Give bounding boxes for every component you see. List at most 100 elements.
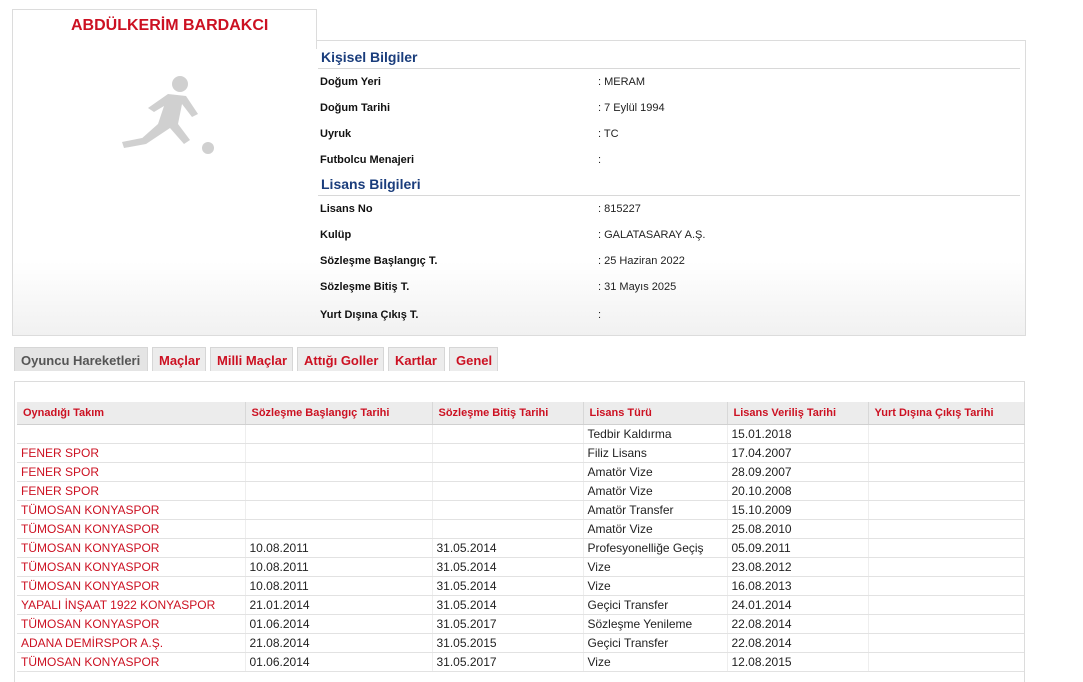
cell-team[interactable]: FENER SPOR	[17, 443, 245, 463]
personal-info-title: Kişisel Bilgiler	[321, 49, 418, 65]
cell-license-date: 23.08.2012	[726, 557, 868, 577]
cell-abroad-date	[867, 462, 1024, 482]
cell-abroad-date	[867, 500, 1024, 520]
cell-contract-end: 31.05.2014	[431, 576, 583, 596]
cell-team[interactable]: TÜMOSAN KONYASPOR	[17, 557, 245, 577]
nationality-label: Uyruk	[320, 128, 352, 140]
header-contract-start[interactable]: Sözleşme Başlangıç Tarihi	[245, 402, 433, 425]
cell-contract-start	[244, 424, 432, 444]
table-row: TÜMOSAN KONYASPOR 10.08.2011 31.05.2014 Pro…	[17, 538, 1024, 558]
cell-contract-end	[431, 481, 583, 501]
cell-contract-end: 31.05.2015	[431, 633, 583, 653]
player-movements-table: Oynadığı Takım Sözleşme Başlangıç Tarihi…	[17, 402, 1025, 672]
player-movements-panel: Oynadığı Takım Sözleşme Başlangıç Tarihi…	[14, 381, 1025, 682]
contract-end-value: : 31 Mayıs 2025	[598, 281, 677, 293]
cell-license-type: Amatör Vize	[582, 462, 727, 482]
cell-license-date: 22.08.2014	[726, 633, 868, 653]
cell-abroad-date	[867, 633, 1024, 653]
tab-player-movements[interactable]: Oyuncu Hareketleri	[14, 347, 148, 371]
cell-contract-start	[244, 443, 432, 463]
cell-team[interactable]: TÜMOSAN KONYASPOR	[17, 500, 245, 520]
table-row: FENER SPOR Filiz Lisans 17.04.2007	[17, 443, 1024, 463]
cell-license-type: Tedbir Kaldırma	[582, 424, 727, 444]
cell-license-date: 15.10.2009	[726, 500, 868, 520]
table-header-row: Oynadığı Takım Sözleşme Başlangıç Tarihi…	[17, 402, 1025, 425]
tab-goals[interactable]: Attığı Goller	[297, 347, 384, 371]
table-row: TÜMOSAN KONYASPOR 10.08.2011 31.05.2014 Viz…	[17, 557, 1024, 577]
header-abroad-date[interactable]: Yurt Dışına Çıkış Tarihi	[868, 402, 1025, 425]
contract-start-value: : 25 Haziran 2022	[598, 255, 685, 267]
contract-end-label: Sözleşme Bitiş T.	[320, 281, 410, 293]
header-contract-end[interactable]: Sözleşme Bitiş Tarihi	[432, 402, 584, 425]
license-info-title: Lisans Bilgileri	[321, 176, 421, 192]
cell-contract-start	[244, 462, 432, 482]
table-row: TÜMOSAN KONYASPOR 01.06.2014 31.05.2017 Viz…	[17, 652, 1024, 672]
abroad-exit-label: Yurt Dışına Çıkış T.	[320, 309, 419, 321]
cell-license-date: 15.01.2018	[726, 424, 868, 444]
cell-team[interactable]: TÜMOSAN KONYASPOR	[17, 519, 245, 539]
cell-contract-start	[244, 500, 432, 520]
club-label: Kulüp	[320, 229, 352, 241]
cell-contract-start: 21.08.2014	[244, 633, 432, 653]
cell-abroad-date	[867, 538, 1024, 558]
cell-contract-end: 31.05.2017	[431, 614, 583, 634]
table-row: FENER SPOR Amatör Vize 28.09.2007	[17, 462, 1024, 482]
cell-team[interactable]: TÜMOSAN KONYASPOR	[17, 614, 245, 634]
cell-contract-start	[244, 519, 432, 539]
cell-license-date: 20.10.2008	[726, 481, 868, 501]
contract-start-label: Sözleşme Başlangıç T.	[320, 255, 438, 267]
birthplace-label: Doğum Yeri	[320, 76, 381, 88]
license-no-label: Lisans No	[320, 203, 373, 215]
cell-license-date: 17.04.2007	[726, 443, 868, 463]
table-row: TÜMOSAN KONYASPOR Amatör Vize 25.08.2010	[17, 519, 1024, 539]
cell-contract-end	[431, 443, 583, 463]
header-license-date[interactable]: Lisans Veriliş Tarihi	[727, 402, 869, 425]
cell-abroad-date	[867, 557, 1024, 577]
cell-license-date: 24.01.2014	[726, 595, 868, 615]
cell-team[interactable]: FENER SPOR	[17, 481, 245, 501]
cell-team[interactable]: TÜMOSAN KONYASPOR	[17, 576, 245, 596]
cell-contract-start: 21.01.2014	[244, 595, 432, 615]
cell-contract-start: 10.08.2011	[244, 576, 432, 596]
cell-contract-end	[431, 519, 583, 539]
cell-license-date: 22.08.2014	[726, 614, 868, 634]
table-row: ADANA DEMİRSPOR A.Ş. 21.08.2014 31.05.2015…	[17, 633, 1024, 653]
cell-contract-end: 31.05.2014	[431, 595, 583, 615]
cell-contract-end: 31.05.2014	[431, 557, 583, 577]
cell-team[interactable]: YAPALI İNŞAAT 1922 KONYASPOR	[17, 595, 245, 615]
header-license-type[interactable]: Lisans Türü	[583, 402, 728, 425]
player-silhouette-icon	[122, 76, 214, 154]
cell-team[interactable]: TÜMOSAN KONYASPOR	[17, 538, 245, 558]
cell-contract-end	[431, 500, 583, 520]
cell-license-type: Amatör Vize	[582, 481, 727, 501]
cell-license-type: Sözleşme Yenileme	[582, 614, 727, 634]
agent-label: Futbolcu Menajeri	[320, 154, 415, 166]
cell-abroad-date	[867, 614, 1024, 634]
tab-national-matches[interactable]: Milli Maçlar	[210, 347, 293, 371]
cell-contract-end	[431, 462, 583, 482]
cell-abroad-date	[867, 576, 1024, 596]
tab-general[interactable]: Genel	[449, 347, 498, 371]
cell-license-type: Vize	[582, 576, 727, 596]
cell-contract-end: 31.05.2014	[431, 538, 583, 558]
cell-contract-end	[431, 424, 583, 444]
cell-contract-start: 01.06.2014	[244, 614, 432, 634]
cell-contract-start	[244, 481, 432, 501]
header-team[interactable]: Oynadığı Takım	[17, 402, 246, 425]
cell-team[interactable]: ADANA DEMİRSPOR A.Ş.	[17, 633, 245, 653]
abroad-exit-value: :	[598, 309, 602, 321]
cell-license-date: 28.09.2007	[726, 462, 868, 482]
birthdate-label: Doğum Tarihi	[320, 102, 391, 114]
cell-contract-start: 10.08.2011	[244, 557, 432, 577]
table-row: FENER SPOR Amatör Vize 20.10.2008	[17, 481, 1024, 501]
table-row: YAPALI İNŞAAT 1922 KONYASPOR 21.01.2014 31…	[17, 595, 1024, 615]
table-row: Tedbir Kaldırma 15.01.2018	[17, 424, 1024, 444]
cell-team[interactable]	[17, 424, 245, 444]
cell-team[interactable]: FENER SPOR	[17, 462, 245, 482]
tab-matches[interactable]: Maçlar	[152, 347, 206, 371]
tab-cards[interactable]: Kartlar	[388, 347, 445, 371]
birthdate-value: : 7 Eylül 1994	[598, 102, 665, 114]
club-value: : GALATASARAY A.Ş.	[598, 229, 706, 241]
cell-license-type: Amatör Vize	[582, 519, 727, 539]
cell-team[interactable]: TÜMOSAN KONYASPOR	[17, 652, 245, 672]
